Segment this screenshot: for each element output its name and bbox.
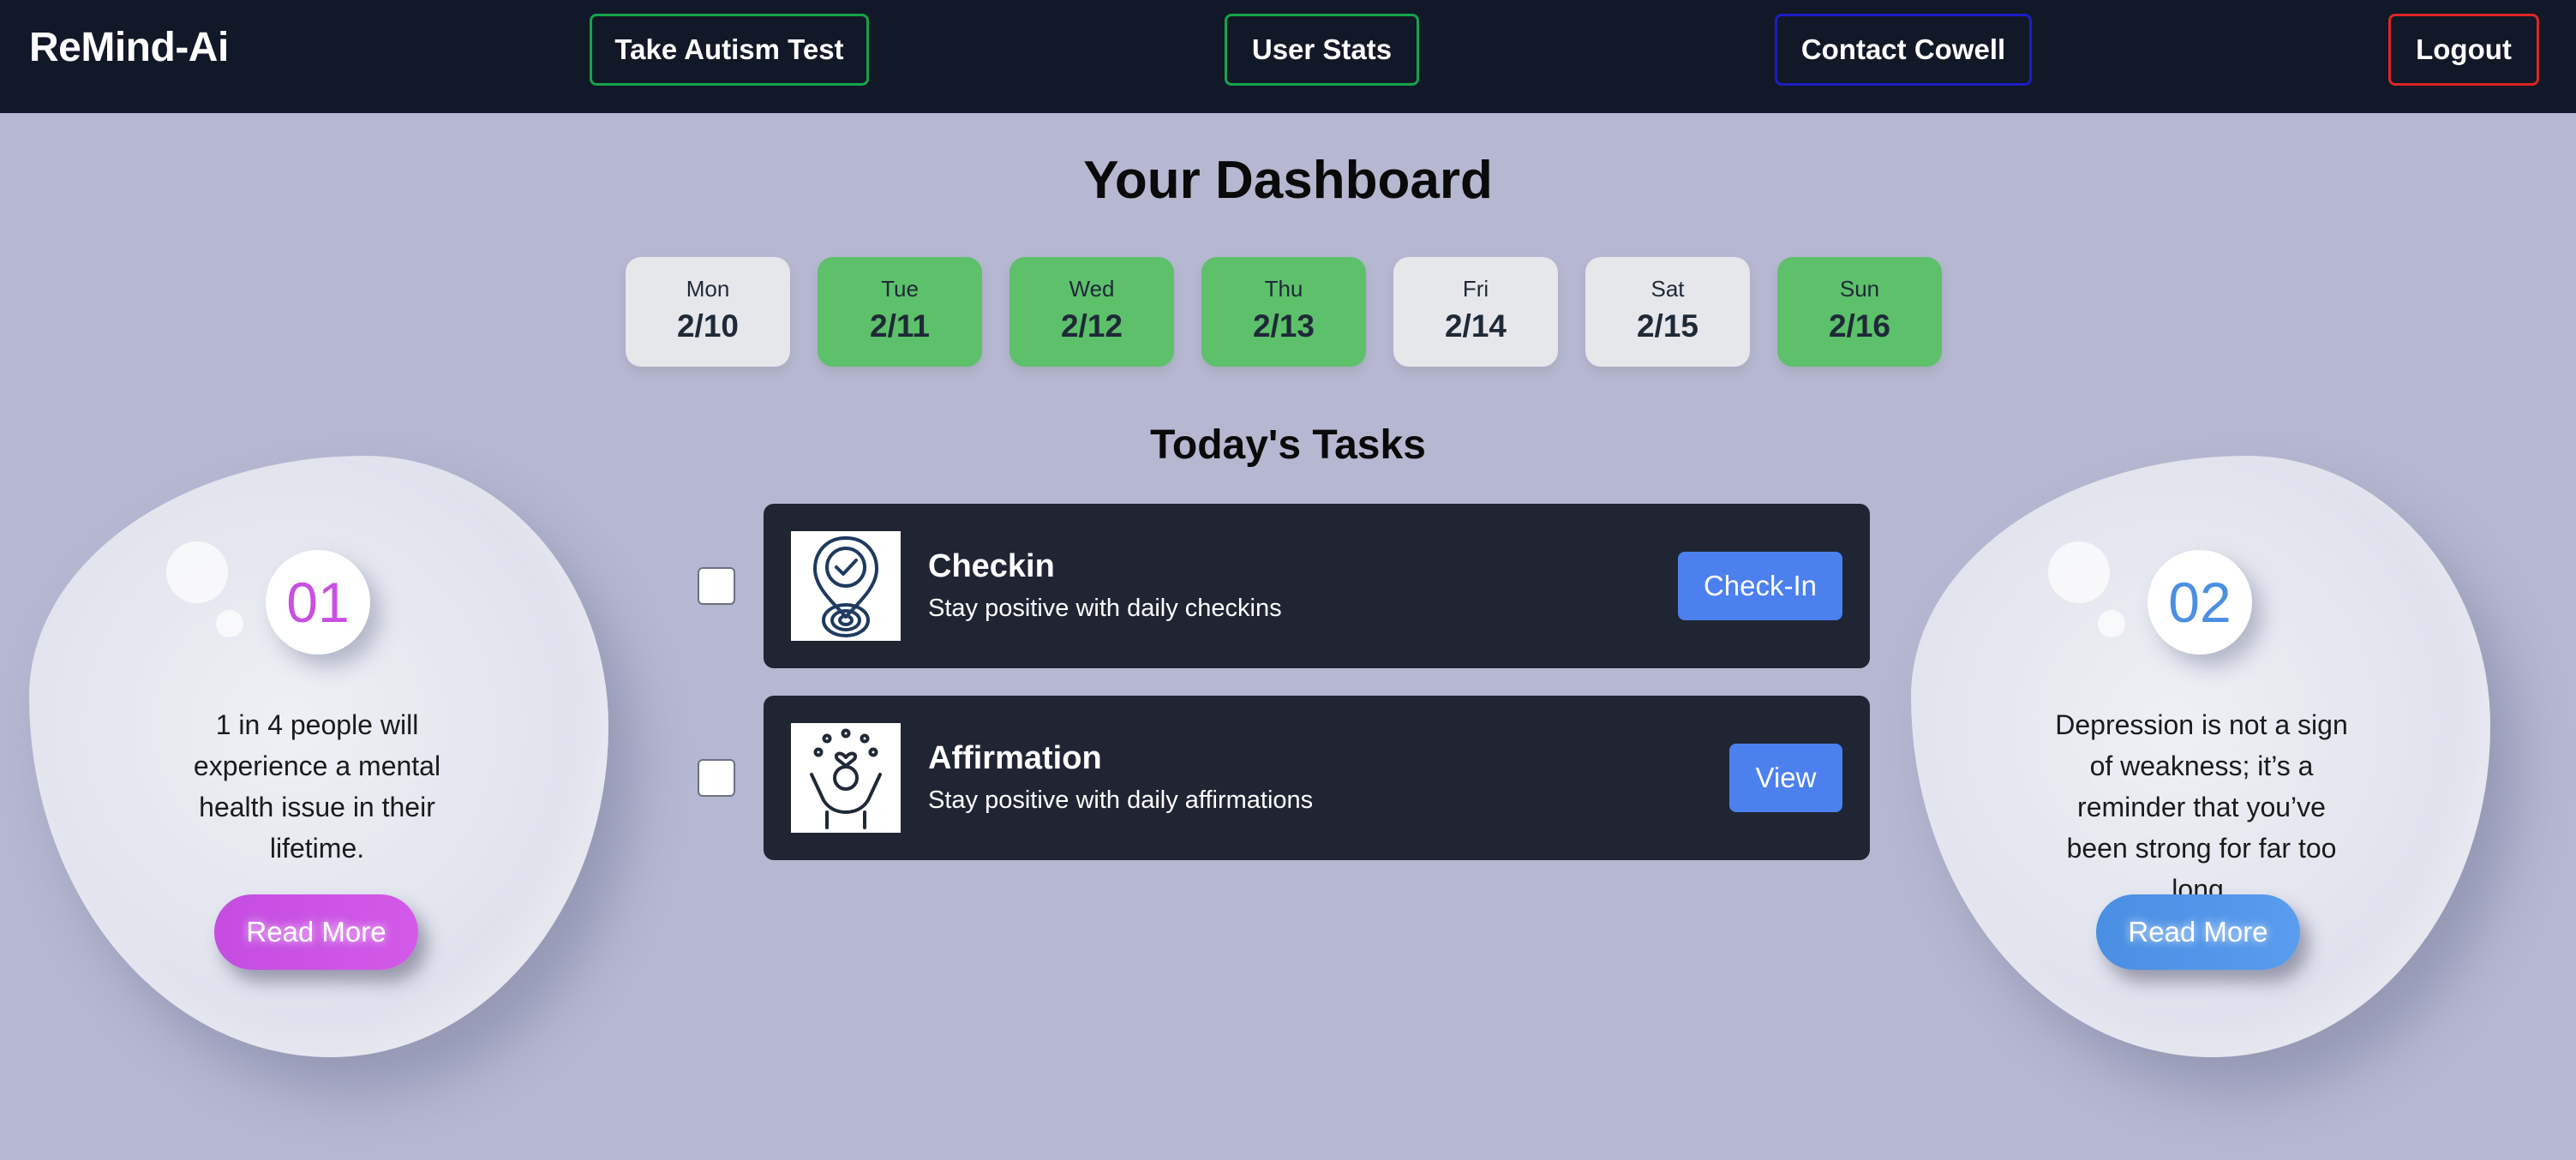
page-title: Your Dashboard	[1083, 151, 1493, 210]
day-name: Fri	[1462, 276, 1489, 302]
take-autism-test-button[interactable]: Take Autism Test	[590, 14, 869, 86]
self-love-icon	[791, 723, 901, 833]
day-card-thu[interactable]: Thu 2/13	[1201, 257, 1366, 367]
read-more-button[interactable]: Read More	[2096, 894, 2300, 970]
day-name: Tue	[881, 276, 919, 302]
decorative-bubble	[2048, 541, 2110, 603]
fact-text: 1 in 4 people will experience a mental h…	[193, 709, 441, 864]
decorative-bubble	[2098, 610, 2125, 637]
day-date: 2/16	[1828, 308, 1890, 344]
view-button[interactable]: View	[1729, 744, 1842, 812]
brand-logo[interactable]: ReMind-Ai	[29, 0, 229, 113]
read-more-button[interactable]: Read More	[214, 894, 418, 970]
user-stats-button[interactable]: User Stats	[1225, 14, 1419, 86]
fact-number: 02	[2148, 550, 2252, 655]
day-date: 2/15	[1636, 308, 1698, 344]
day-date: 2/12	[1060, 308, 1123, 344]
task-description: Stay positive with daily checkins	[928, 595, 1282, 622]
decorative-bubble	[216, 610, 243, 637]
day-card-tue[interactable]: Tue 2/11	[818, 257, 982, 367]
task-title: Checkin	[928, 548, 1055, 584]
day-card-sun[interactable]: Sun 2/16	[1777, 257, 1942, 367]
logout-button[interactable]: Logout	[2388, 14, 2539, 86]
day-card-fri[interactable]: Fri 2/14	[1393, 257, 1558, 367]
task-checkbox-affirmation[interactable]	[698, 759, 735, 797]
task-description: Stay positive with daily affirmations	[928, 786, 1314, 814]
day-card-wed[interactable]: Wed 2/12	[1009, 257, 1174, 367]
day-date: 2/14	[1444, 308, 1507, 344]
contact-button[interactable]: Contact Cowell	[1775, 14, 2032, 86]
day-date: 2/10	[676, 308, 739, 344]
fact-card-right: 02 Depression is not a sign of weakness;…	[1911, 456, 2490, 1057]
navbar: ReMind-Ai Take Autism Test User Stats Co…	[0, 0, 2576, 113]
fact-number: 01	[266, 550, 370, 655]
day-name: Sat	[1650, 276, 1685, 302]
task-title: Affirmation	[928, 740, 1102, 776]
day-card-sat[interactable]: Sat 2/15	[1585, 257, 1750, 367]
task-card-affirmation: Affirmation Stay positive with daily aff…	[764, 696, 1870, 860]
day-date: 2/13	[1252, 308, 1315, 344]
day-name: Mon	[686, 276, 730, 302]
day-name: Thu	[1264, 276, 1303, 302]
day-card-mon[interactable]: Mon 2/10	[626, 257, 790, 367]
day-date: 2/11	[870, 308, 930, 344]
day-name: Wed	[1069, 276, 1115, 302]
fact-text: Depression is not a sign of weakness; it…	[2055, 709, 2348, 905]
task-checkbox-checkin[interactable]	[698, 567, 735, 605]
task-card-checkin: Checkin Stay positive with daily checkin…	[764, 504, 1870, 668]
decorative-bubble	[166, 541, 228, 603]
day-name: Sun	[1839, 276, 1880, 302]
fact-card-left: 01 1 in 4 people will experience a menta…	[29, 456, 608, 1057]
location-check-icon	[791, 531, 901, 641]
check-in-button[interactable]: Check-In	[1678, 552, 1842, 620]
